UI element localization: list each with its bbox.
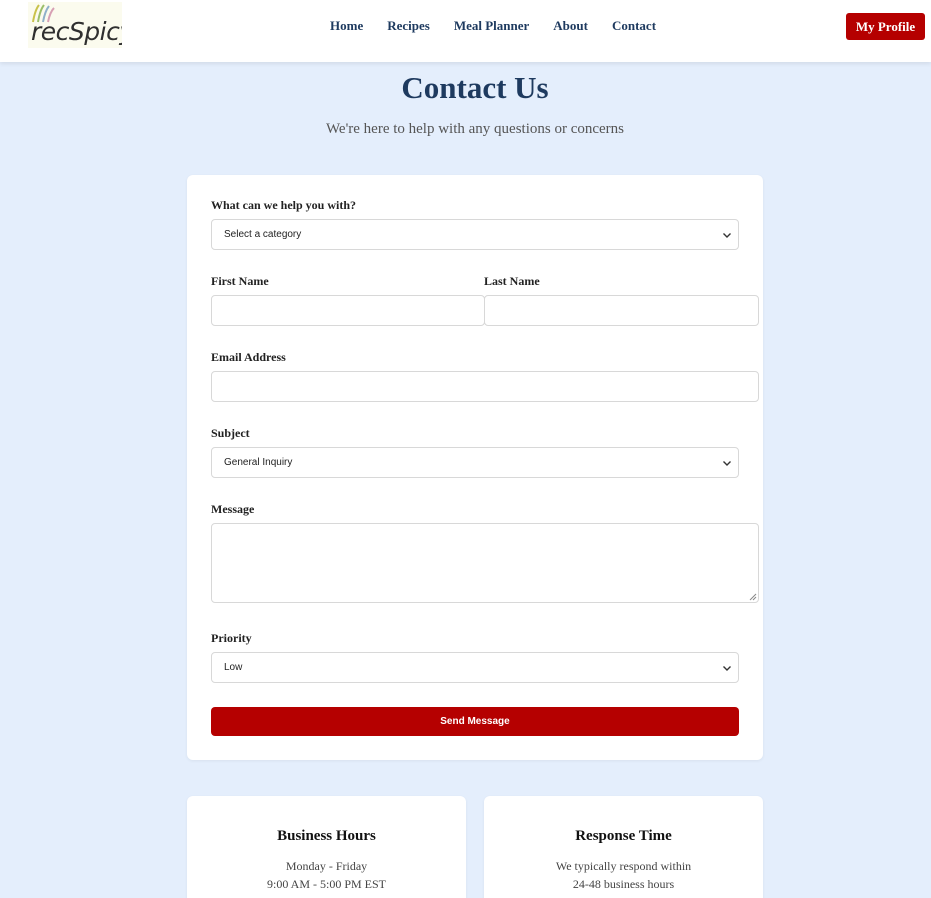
email-input[interactable]	[211, 371, 759, 402]
page-subtitle: We're here to help with any questions or…	[325, 121, 625, 137]
nav-home[interactable]: Home	[330, 18, 363, 34]
chevron-down-icon	[723, 232, 731, 238]
nav-recipes[interactable]: Recipes	[387, 18, 430, 34]
business-hours-time: 9:00 AM - 5:00 PM EST	[266, 877, 386, 891]
chevron-down-icon	[723, 665, 731, 671]
message-textarea[interactable]	[211, 523, 759, 603]
priority-select-value: Low	[224, 662, 243, 673]
category-label: What can we help you with?	[211, 198, 357, 212]
chevron-down-icon	[723, 460, 731, 466]
category-select[interactable]: Select a category	[211, 219, 739, 250]
page-title: Contact Us	[401, 70, 549, 105]
priority-select[interactable]: Low	[211, 652, 739, 683]
message-label: Message	[211, 502, 255, 516]
site-header: recSpicy Home Recipes Meal Planner About…	[0, 0, 931, 62]
business-hours-card: Business Hours Monday - Friday 9:00 AM -…	[187, 796, 466, 898]
subject-select[interactable]: General Inquiry	[211, 447, 739, 478]
subject-select-value: General Inquiry	[224, 457, 293, 468]
subject-label: Subject	[211, 426, 250, 440]
contact-form: What can we help you with? Select a cate…	[187, 175, 763, 760]
main-nav: Home Recipes Meal Planner About Contact	[330, 18, 656, 34]
first-name-label: First Name	[211, 274, 269, 288]
response-time-line1: We typically respond within	[555, 859, 692, 873]
resize-grip-icon[interactable]	[749, 593, 757, 601]
email-label: Email Address	[211, 350, 286, 364]
send-message-button[interactable]: Send Message	[211, 707, 739, 736]
last-name-input[interactable]	[484, 295, 759, 326]
nav-about[interactable]: About	[553, 18, 588, 34]
category-select-value: Select a category	[224, 229, 302, 240]
priority-label: Priority	[211, 631, 252, 645]
site-logo[interactable]: recSpicy	[28, 2, 122, 48]
logo-text: recSpicy	[31, 17, 122, 46]
business-hours-title: Business Hours	[277, 828, 376, 844]
response-time-line2: 24-48 business hours	[572, 877, 675, 891]
response-time-title: Response Time	[575, 828, 672, 844]
first-name-input[interactable]	[211, 295, 485, 326]
response-time-card: Response Time We typically respond withi…	[484, 796, 763, 898]
nav-contact[interactable]: Contact	[612, 18, 656, 34]
last-name-label: Last Name	[484, 274, 540, 288]
business-hours-days: Monday - Friday	[285, 859, 368, 873]
nav-meal-planner[interactable]: Meal Planner	[454, 18, 529, 34]
my-profile-button[interactable]: My Profile	[846, 13, 925, 40]
